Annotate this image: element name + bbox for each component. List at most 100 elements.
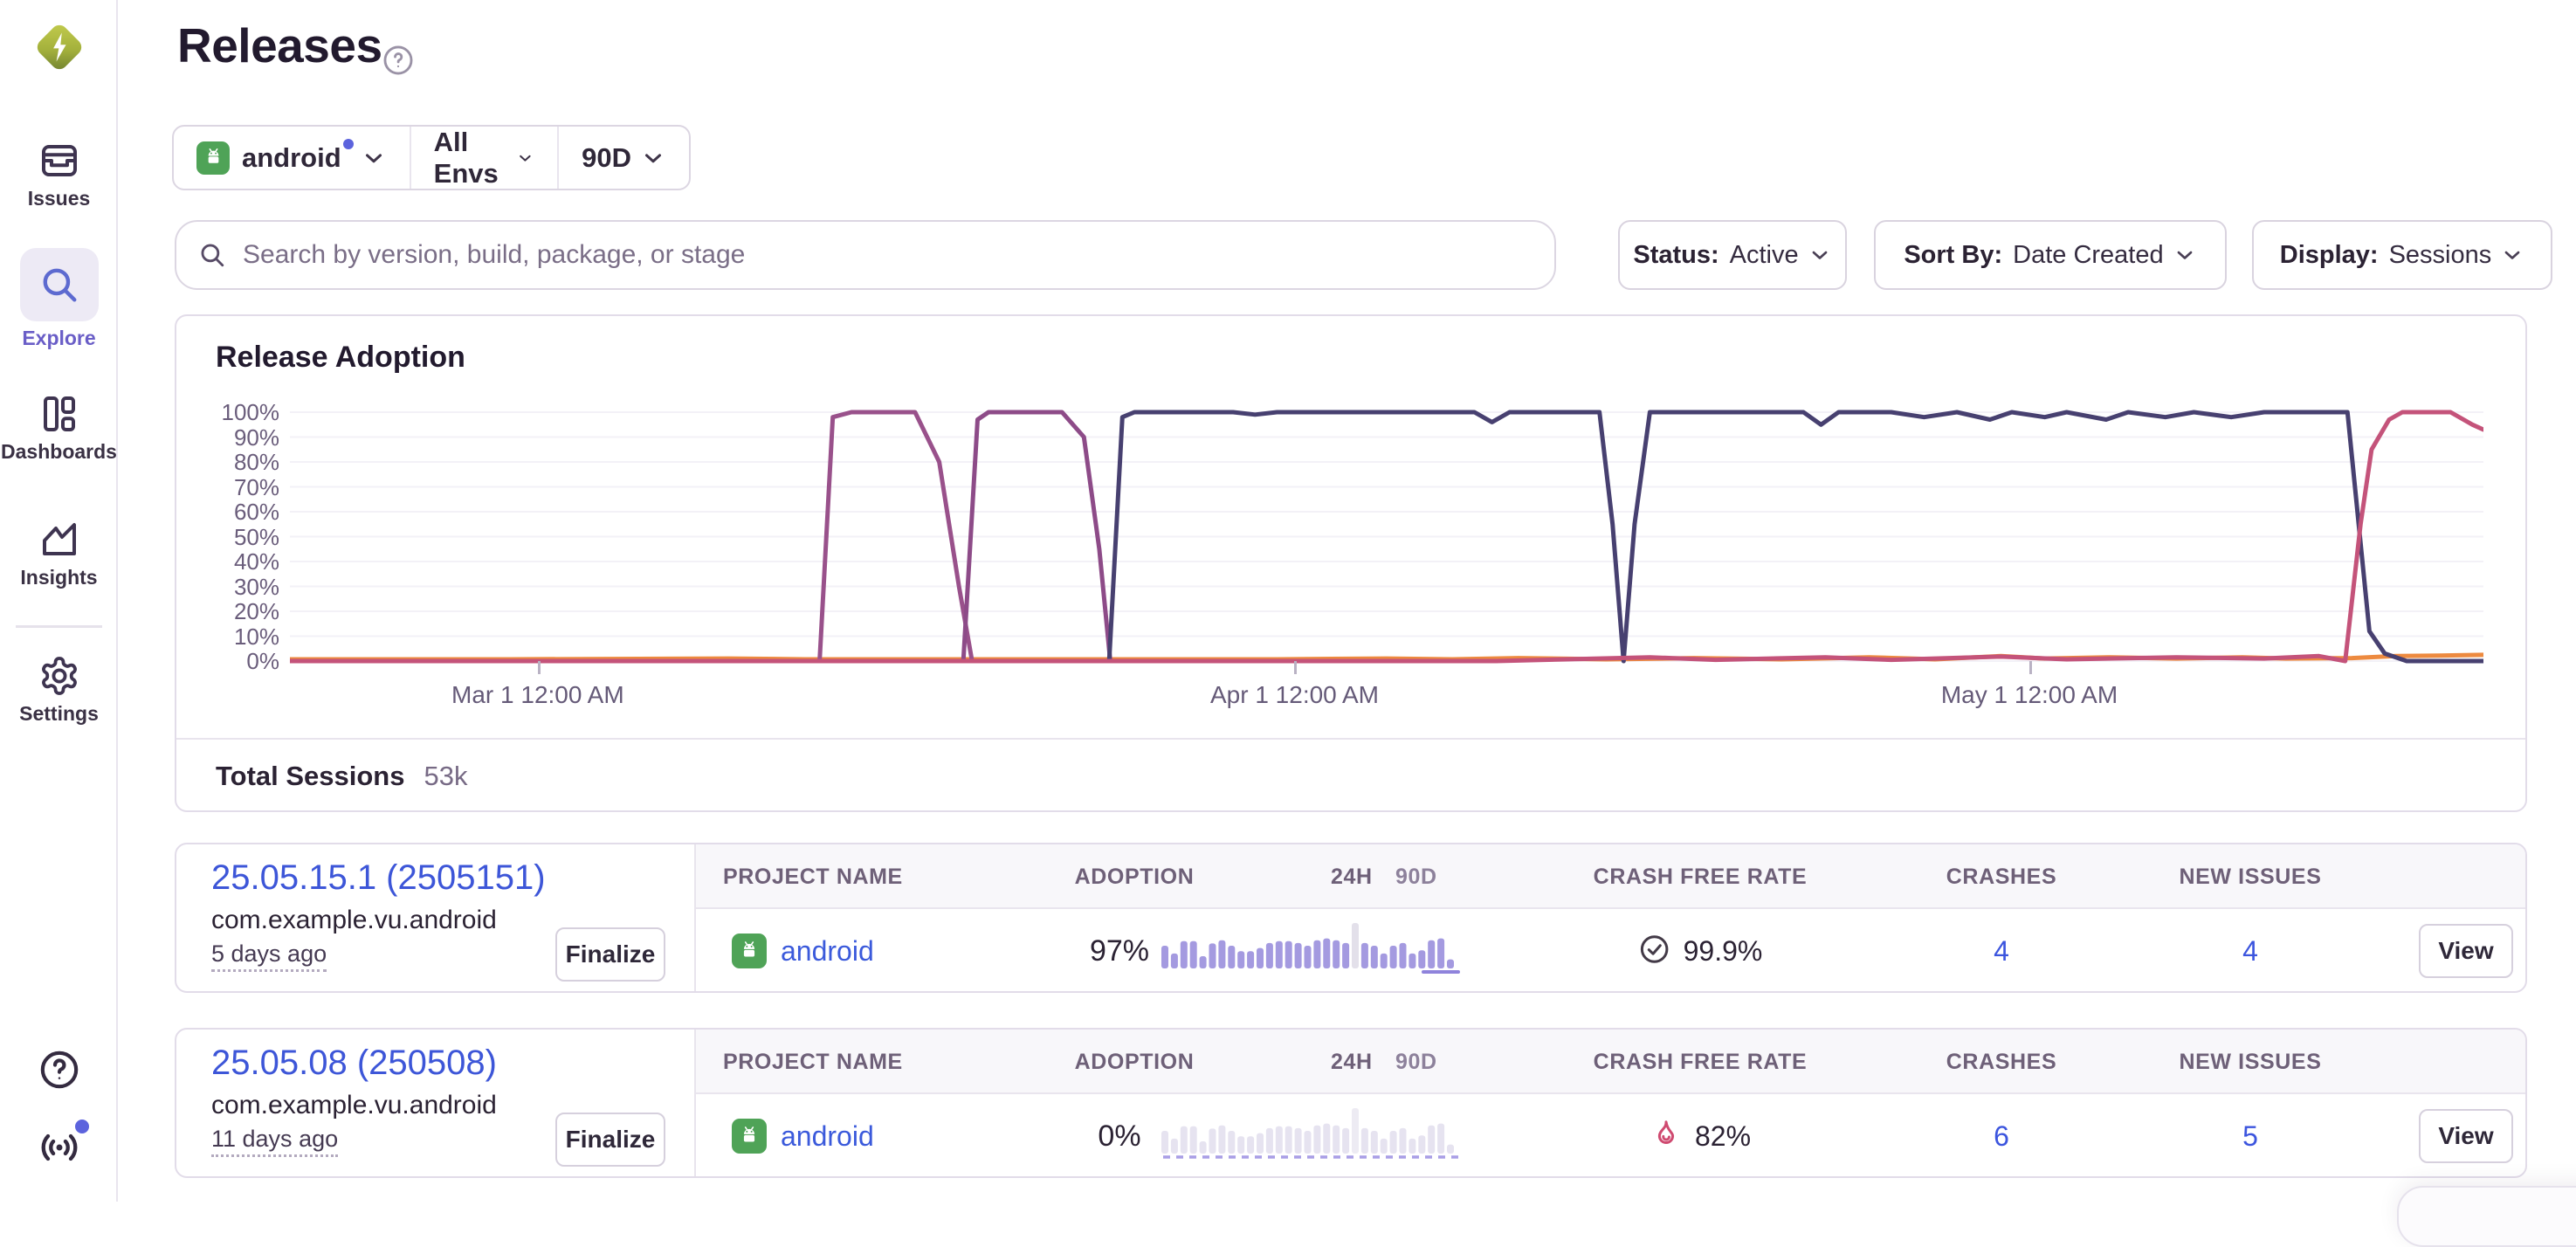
help-icon xyxy=(38,1048,81,1063)
sessions-sparkline xyxy=(1161,1105,1460,1162)
total-sessions-label: Total Sessions xyxy=(216,761,405,792)
floating-widget[interactable] xyxy=(2397,1186,2576,1247)
org-logo[interactable] xyxy=(0,16,118,79)
whats-new-button[interactable] xyxy=(0,1125,118,1170)
project-link[interactable]: android xyxy=(781,1120,874,1153)
date-range-filter[interactable]: 90D xyxy=(557,127,689,189)
chevron-down-icon xyxy=(640,145,666,171)
new-issues-link[interactable]: 5 xyxy=(2242,1120,2258,1153)
crashes-link[interactable]: 6 xyxy=(1994,1120,2009,1153)
sidebar-item-dashboards[interactable]: Dashboards xyxy=(0,393,118,464)
x-tick-mark xyxy=(2029,661,2032,674)
col-24h: 24H xyxy=(1331,844,1373,909)
crashes-link[interactable]: 4 xyxy=(1994,935,2009,968)
col-crashes: CRASHES xyxy=(1946,844,2056,909)
display-value: Sessions xyxy=(2389,241,2492,270)
gear-icon xyxy=(38,655,80,670)
release-age[interactable]: 5 days ago xyxy=(211,940,327,972)
project-cell: android xyxy=(732,909,874,993)
android-project-icon xyxy=(196,141,230,175)
crash-free-icon xyxy=(1650,1118,1683,1155)
insights-icon xyxy=(38,519,80,534)
finalize-button[interactable]: Finalize xyxy=(555,1113,665,1167)
col-adoption: ADOPTION xyxy=(1075,1030,1195,1094)
active-item-highlight xyxy=(20,248,99,321)
col-24h: 24H xyxy=(1331,1030,1373,1094)
x-tick-mark xyxy=(1294,661,1297,674)
crash-free-cell: 82% xyxy=(1650,1094,1751,1178)
release-version-link[interactable]: 25.05.15.1 (2505151) xyxy=(211,858,546,898)
status-dropdown[interactable]: Status: Active xyxy=(1618,220,1847,290)
main-content: Releases android xyxy=(120,0,2576,1202)
chevron-down-icon xyxy=(1808,243,1832,267)
dashboards-icon xyxy=(38,393,80,408)
col-project-name: PROJECT NAME xyxy=(723,1030,903,1094)
crashes-cell: 4 xyxy=(1994,909,2009,993)
crash-free-icon xyxy=(1638,933,1671,970)
project-link[interactable]: android xyxy=(781,935,874,968)
new-issues-cell: 5 xyxy=(2242,1094,2258,1178)
release-version-link[interactable]: 25.05.08 (250508) xyxy=(211,1044,497,1083)
view-button[interactable]: View xyxy=(2419,924,2513,978)
environment-filter[interactable]: All Envs xyxy=(410,127,557,189)
status-label: Status: xyxy=(1633,241,1718,270)
y-tick-label: 50% xyxy=(183,524,279,551)
crash-free-value: 82% xyxy=(1695,1120,1751,1153)
android-project-icon xyxy=(732,1119,767,1154)
project-cell: android xyxy=(732,1094,874,1178)
sidebar-item-insights[interactable]: Insights xyxy=(0,519,118,589)
sidebar-item-issues[interactable]: Issues xyxy=(0,140,118,210)
col-crash-free-rate: CRASH FREE RATE xyxy=(1594,844,1808,909)
crash-free-cell: 99.9% xyxy=(1638,909,1763,993)
finalize-button[interactable]: Finalize xyxy=(555,927,665,982)
display-dropdown[interactable]: Display: Sessions xyxy=(2252,220,2552,290)
y-tick-label: 90% xyxy=(183,424,279,451)
chevron-down-icon xyxy=(2500,243,2524,267)
y-tick-label: 60% xyxy=(183,499,279,526)
check-circle-icon xyxy=(1638,933,1671,966)
col-new-issues: NEW ISSUES xyxy=(2180,1030,2322,1094)
release-info-panel: 25.05.15.1 (2505151) com.example.vu.andr… xyxy=(176,844,696,991)
android-project-icon xyxy=(732,934,767,968)
sidebar-item-label: Explore xyxy=(0,327,118,350)
sidebar-item-label: Settings xyxy=(0,702,118,726)
notification-dot xyxy=(75,1120,89,1133)
sessions-sparkline xyxy=(1161,920,1460,977)
col-adoption: ADOPTION xyxy=(1075,844,1195,909)
y-tick-label: 100% xyxy=(183,399,279,426)
release-age[interactable]: 11 days ago xyxy=(211,1126,338,1157)
adoption-cell: 97% xyxy=(1090,909,1149,993)
release-card: 25.05.08 (250508) com.example.vu.android… xyxy=(175,1028,2527,1178)
x-tick-label: May 1 12:00 AM xyxy=(1941,681,2118,709)
sidebar-item-label: Dashboards xyxy=(0,440,118,464)
project-filter-label: android xyxy=(242,142,341,174)
sort-by-dropdown[interactable]: Sort By: Date Created xyxy=(1874,220,2227,290)
sidebar: Issues Explore Dashboards Insi xyxy=(0,0,118,1202)
new-issues-link[interactable]: 4 xyxy=(2242,935,2258,968)
help-button[interactable] xyxy=(0,1048,118,1092)
issues-icon xyxy=(38,140,80,155)
sidebar-item-label: Insights xyxy=(0,566,118,589)
sidebar-item-explore[interactable]: Explore xyxy=(0,248,118,350)
y-tick-label: 0% xyxy=(183,648,279,675)
col-crash-free-rate: CRASH FREE RATE xyxy=(1594,1030,1808,1094)
project-filter[interactable]: android xyxy=(174,127,410,189)
total-sessions-row: Total Sessions 53k xyxy=(176,738,2525,812)
col-project-name: PROJECT NAME xyxy=(723,844,903,909)
release-info-panel: 25.05.08 (250508) com.example.vu.android… xyxy=(176,1030,696,1176)
x-tick-mark xyxy=(538,661,541,674)
flame-icon xyxy=(1650,1118,1683,1151)
chevron-down-icon xyxy=(2173,243,2197,267)
view-button[interactable]: View xyxy=(2419,1109,2513,1163)
sidebar-item-settings[interactable]: Settings xyxy=(0,655,118,726)
y-tick-label: 80% xyxy=(183,449,279,476)
status-value: Active xyxy=(1730,241,1799,270)
display-label: Display: xyxy=(2280,241,2379,270)
page-help-icon[interactable] xyxy=(382,44,415,81)
search-input[interactable] xyxy=(243,240,1533,270)
x-tick-label: Apr 1 12:00 AM xyxy=(1210,681,1379,709)
release-card: 25.05.15.1 (2505151) com.example.vu.andr… xyxy=(175,843,2527,993)
x-tick-label: Mar 1 12:00 AM xyxy=(451,681,624,709)
chart-title: Release Adoption xyxy=(216,341,465,375)
chevron-down-icon xyxy=(361,145,387,171)
